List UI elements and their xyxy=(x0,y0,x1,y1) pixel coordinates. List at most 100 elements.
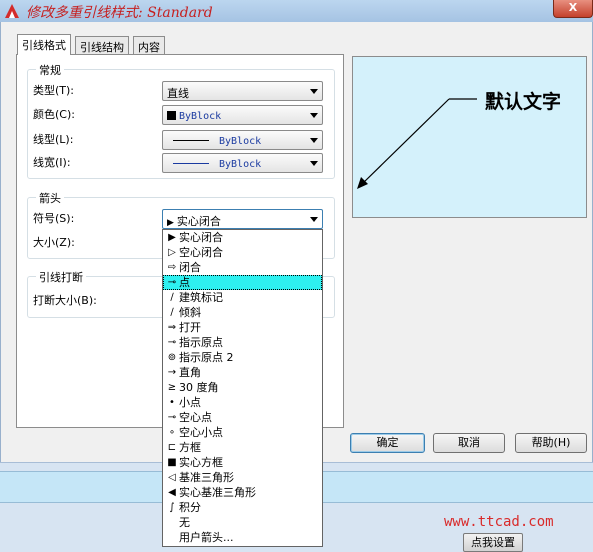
dot-small-icon: • xyxy=(169,397,175,408)
chevron-down-icon xyxy=(310,217,318,222)
break-size-label: 打断大小(B): xyxy=(33,294,97,307)
color-select[interactable]: ByBlock xyxy=(162,105,323,125)
closed-arrow-icon: ⇨ xyxy=(167,262,177,273)
dropdown-item[interactable]: 用户箭头... xyxy=(163,530,322,545)
oblique-icon: ∕ xyxy=(170,307,174,318)
dropdown-item[interactable]: ∘ 空心小点 xyxy=(163,425,322,440)
lineweight-sample-icon xyxy=(173,163,209,164)
dropdown-item[interactable]: ∫ 积分 xyxy=(163,500,322,515)
dropdown-item-label: 空心小点 xyxy=(179,426,223,439)
arrowhead-group-title: 箭头 xyxy=(36,190,64,206)
dropdown-item-label: 积分 xyxy=(179,501,201,514)
dropdown-item-label: 基准三角形 xyxy=(179,471,234,484)
linetype-label: 线型(L): xyxy=(33,133,74,146)
dropdown-item-label: 指示原点 xyxy=(179,336,223,349)
leader-break-group-title: 引线打断 xyxy=(36,269,86,285)
dropdown-item-label: 指示原点 2 xyxy=(179,351,234,364)
dropdown-item-label: 30 度角 xyxy=(179,381,219,394)
dropdown-item[interactable]: ⊏ 方框 xyxy=(163,440,322,455)
dropdown-item-label: 点 xyxy=(179,276,190,289)
title-bar[interactable]: 修改多重引线样式: Standard X xyxy=(0,0,593,22)
dropdown-item[interactable]: ▶ 实心闭合 xyxy=(163,230,322,245)
dropdown-item-label: 建筑标记 xyxy=(179,291,223,304)
origin-indicator-2-icon: ⊚ xyxy=(167,352,177,363)
dropdown-item[interactable]: ⊸ 指示原点 xyxy=(163,335,322,350)
right-angle-icon: → xyxy=(167,367,177,378)
dot-blank-icon: ⊸ xyxy=(167,412,177,423)
window-title: 修改多重引线样式: Standard xyxy=(26,5,213,21)
dropdown-item[interactable]: ⇒ 打开 xyxy=(163,320,322,335)
setup-button[interactable]: 点我设置 xyxy=(463,533,523,552)
dropdown-item[interactable]: ◁ 基准三角形 xyxy=(163,470,322,485)
dropdown-item[interactable]: ◀ 实心基准三角形 xyxy=(163,485,322,500)
dropdown-item[interactable]: ⇨ 闭合 xyxy=(163,260,322,275)
dropdown-item-label: 空心闭合 xyxy=(179,246,223,259)
open-arrow-icon: ⇒ xyxy=(167,322,177,333)
tab-content[interactable]: 内容 xyxy=(133,36,165,56)
cancel-button[interactable]: 取消 xyxy=(433,433,505,453)
architectural-tick-icon: ∕ xyxy=(170,292,174,303)
arrow-symbol-value: 实心闭合 xyxy=(176,215,221,228)
dropdown-item[interactable]: ∕ 倾斜 xyxy=(163,305,322,320)
linetype-sample-icon xyxy=(173,140,209,141)
hollow-closed-arrow-icon: ▷ xyxy=(168,247,176,258)
box-filled-icon: ■ xyxy=(167,457,177,468)
dropdown-item-label: 无 xyxy=(179,516,190,529)
datum-triangle-icon: ◁ xyxy=(168,472,176,483)
close-button[interactable]: X xyxy=(553,0,593,18)
arrow-symbol-select[interactable]: ▶ 实心闭合 xyxy=(162,209,323,229)
dropdown-item[interactable]: ▷ 空心闭合 xyxy=(163,245,322,260)
leader-line-icon xyxy=(357,98,477,189)
dropdown-item[interactable]: ■ 实心方框 xyxy=(163,455,322,470)
dot-small-blank-icon: ∘ xyxy=(168,427,176,438)
color-select-value: ByBlock xyxy=(179,111,222,122)
tab-leader-format[interactable]: 引线格式 xyxy=(17,34,71,55)
linetype-select-value: ByBlock xyxy=(219,136,262,147)
origin-indicator-icon: ⊸ xyxy=(167,337,177,348)
dropdown-item[interactable]: ⊸ 空心点 xyxy=(163,410,322,425)
arrow-symbol-dropdown-list[interactable]: ▶ 实心闭合 ▷ 空心闭合 ⇨ 闭合 ⊸ 点 ∕ 建筑标记 ∕ 倾斜 ⇒ 打开 ⊸ 指示原点 ⊚ 指示原点 2 → 直… xyxy=(162,229,323,547)
dialog-window: 修改多重引线样式: Standard X 引线格式 引线结构 内容 常规 箭头 … xyxy=(0,0,593,552)
dropdown-item-label: 直角 xyxy=(179,366,201,379)
dropdown-item-label: 空心点 xyxy=(179,411,212,424)
dropdown-item-label: 闭合 xyxy=(179,261,201,274)
integral-icon: ∫ xyxy=(169,502,175,513)
preview-text: 默认文字 xyxy=(485,91,562,113)
open-30-icon: ≥ xyxy=(167,382,177,393)
lineweight-label: 线宽(I): xyxy=(33,156,71,169)
watermark-text: www.ttcad.com xyxy=(444,514,554,530)
dropdown-item-label: 实心闭合 xyxy=(179,231,223,244)
linetype-select[interactable]: ByBlock xyxy=(162,130,323,150)
linetype-select-value-wrap: ByBlock xyxy=(167,134,261,147)
solid-closed-arrow-icon: ▶ xyxy=(168,232,176,243)
box-blank-icon: ⊏ xyxy=(167,442,177,453)
autocad-icon xyxy=(5,4,19,18)
dropdown-item[interactable]: • 小点 xyxy=(163,395,322,410)
tab-leader-structure[interactable]: 引线结构 xyxy=(75,36,129,56)
dropdown-item-label: 方框 xyxy=(179,441,201,454)
dropdown-item-label: 打开 xyxy=(179,321,201,334)
dropdown-item[interactable]: ∕ 建筑标记 xyxy=(163,290,322,305)
lineweight-select[interactable]: ByBlock xyxy=(162,153,323,173)
chevron-down-icon xyxy=(310,89,318,94)
chevron-down-icon xyxy=(310,113,318,118)
solid-closed-arrow-icon: ▶ xyxy=(167,218,174,228)
datum-triangle-filled-icon: ◀ xyxy=(168,487,176,498)
ok-button[interactable]: 确定 xyxy=(350,433,425,453)
dropdown-item[interactable]: ≥30 度角 xyxy=(163,380,322,395)
type-label: 类型(T): xyxy=(33,84,75,97)
dropdown-item[interactable]: ⊸ 点 xyxy=(163,275,322,290)
color-select-value-wrap: ByBlock xyxy=(167,109,221,122)
dropdown-item-label: 实心基准三角形 xyxy=(179,486,256,499)
dropdown-item-label: 小点 xyxy=(179,396,201,409)
dropdown-item-label: 用户箭头... xyxy=(179,531,234,544)
dropdown-item-label: 实心方框 xyxy=(179,456,223,469)
type-select[interactable]: 直线 xyxy=(162,81,323,101)
lineweight-select-value-wrap: ByBlock xyxy=(167,157,261,170)
chevron-down-icon xyxy=(310,138,318,143)
general-group-title: 常规 xyxy=(36,62,64,78)
dropdown-item[interactable]: 无 xyxy=(163,515,322,530)
dropdown-item[interactable]: ⊚ 指示原点 2 xyxy=(163,350,322,365)
dropdown-item[interactable]: → 直角 xyxy=(163,365,322,380)
help-button[interactable]: 帮助(H) xyxy=(515,433,587,453)
